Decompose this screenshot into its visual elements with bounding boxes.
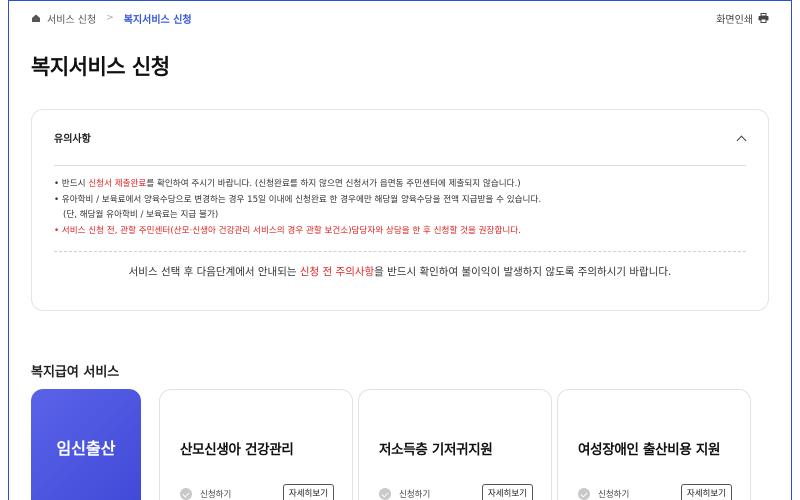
breadcrumb-current: 복지서비스 신청 — [123, 14, 192, 26]
top-bar: 서비스 신청 > 복지서비스 신청 화면인쇄 — [9, 1, 791, 35]
notice-line-2: • 유아학비 / 보육료에서 양육수당으로 변경하는 경우 15일 이내에 신청… — [54, 194, 542, 205]
breadcrumb-home[interactable]: 서비스 신청 — [47, 11, 96, 26]
notice-highlight: 신청서 제출완료 — [88, 179, 147, 189]
notice-line-3: (단, 해당월 유아학비 / 보육료는 지급 불가) — [63, 210, 219, 220]
notice-text: 서비스 선택 후 다음단계에서 안내되는 — [128, 266, 300, 278]
service-card: 저소득층 기저귀지원 신청하기 자세히보기 — [358, 389, 552, 500]
notice-highlight: 신청 전 주의사항 — [299, 266, 375, 278]
breadcrumb-separator-icon: > — [106, 13, 114, 23]
page-frame: 서비스 신청 > 복지서비스 신청 화면인쇄 복지서비스 신청 유의사항 • 반… — [8, 0, 792, 500]
notice-text: • 반드시 — [54, 179, 89, 189]
notice-text: 를 확인하여 주시기 바랍니다. (신청완료를 하지 않으면 신청서가 읍면동 … — [146, 179, 521, 189]
notice-header[interactable]: 유의사항 — [54, 110, 746, 166]
chevron-up-icon[interactable] — [736, 133, 746, 143]
section-title: 복지급여 서비스 — [31, 365, 120, 380]
detail-button[interactable]: 자세히보기 — [282, 484, 334, 500]
apply-checkbox[interactable]: 신청하기 — [578, 488, 629, 500]
page-title: 복지서비스 신청 — [31, 55, 170, 79]
service-card: 여성장애인 출산비용 지원 신청하기 자세히보기 — [557, 389, 751, 500]
notice-text: 을 반드시 확인하여 불이익이 발생하지 않도록 주의하시기 바랍니다. — [374, 266, 672, 278]
breadcrumb: 서비스 신청 > 복지서비스 신청 — [31, 11, 192, 26]
check-circle-icon — [379, 488, 391, 500]
service-title: 저소득층 기저귀지원 — [379, 442, 493, 458]
check-circle-icon — [578, 488, 590, 500]
detail-button[interactable]: 자세히보기 — [481, 484, 533, 500]
service-card: 산모신생아 건강관리 신청하기 자세히보기 — [159, 389, 353, 500]
home-icon[interactable] — [31, 13, 41, 23]
apply-label: 신청하기 — [200, 490, 232, 500]
notice-line-4: • 서비스 신청 전, 관할 주민센터(산모·신생아 건강관리 서비스의 경우 … — [54, 225, 521, 236]
notice-title: 유의사항 — [54, 134, 91, 145]
print-label: 화면인쇄 — [716, 14, 753, 26]
notice-final: 서비스 선택 후 다음단계에서 안내되는 신청 전 주의사항을 반드시 확인하여… — [32, 264, 768, 279]
notice-body: • 반드시 신청서 제출완료를 확인하여 주시기 바랍니다. (신청완료를 하지… — [32, 166, 768, 239]
notice-panel: 유의사항 • 반드시 신청서 제출완료를 확인하여 주시기 바랍니다. (신청완… — [31, 109, 769, 311]
notice-line-1: • 반드시 신청서 제출완료를 확인하여 주시기 바랍니다. (신청완료를 하지… — [54, 177, 746, 193]
divider — [54, 251, 746, 252]
apply-label: 신청하기 — [399, 490, 431, 500]
apply-checkbox[interactable]: 신청하기 — [379, 488, 430, 500]
apply-checkbox[interactable]: 신청하기 — [180, 488, 231, 500]
service-title: 산모신생아 건강관리 — [180, 442, 294, 458]
apply-label: 신청하기 — [598, 490, 630, 500]
print-button[interactable]: 화면인쇄 — [716, 11, 769, 26]
category-label: 임신출산 — [56, 439, 116, 458]
printer-icon — [758, 13, 769, 23]
service-title: 여성장애인 출산비용 지원 — [578, 442, 721, 458]
detail-button[interactable]: 자세히보기 — [680, 484, 732, 500]
category-card-pregnancy[interactable]: 임신출산 — [31, 389, 141, 500]
check-circle-icon — [180, 488, 192, 500]
